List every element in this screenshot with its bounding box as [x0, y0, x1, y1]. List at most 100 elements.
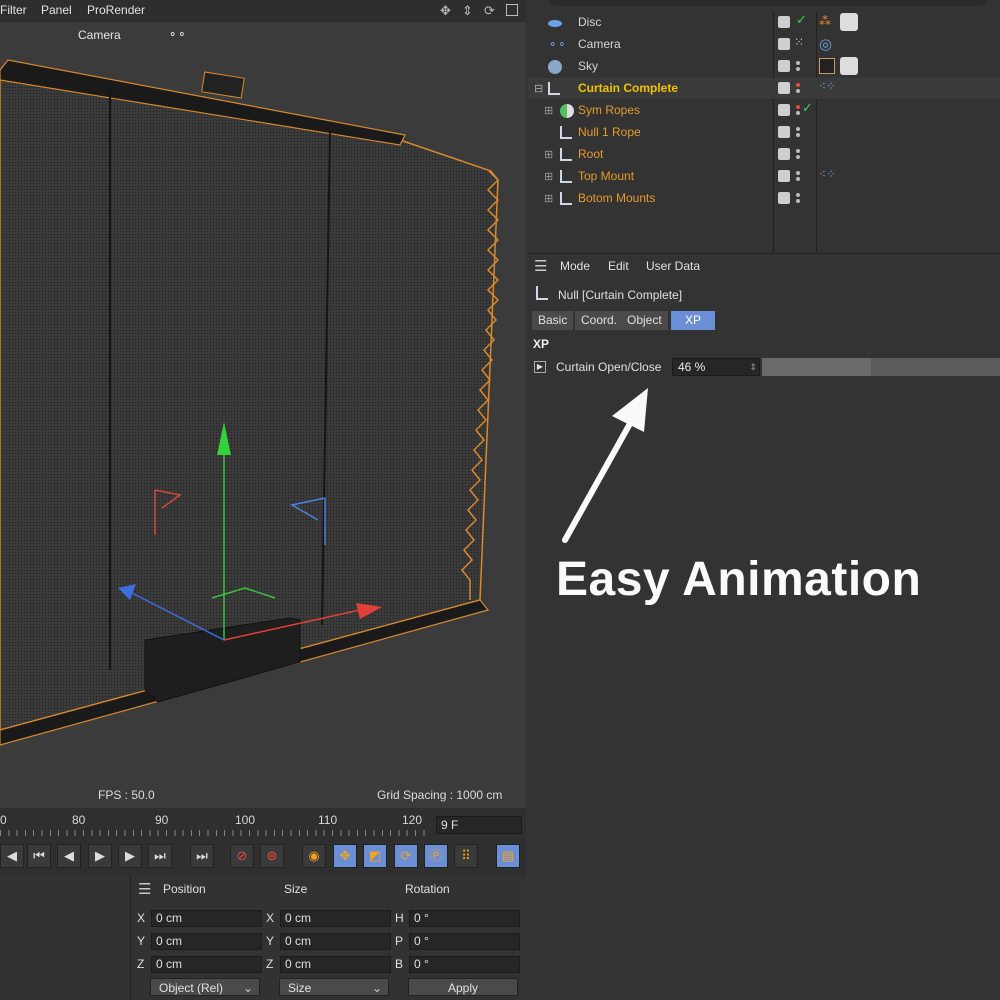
attr-menu-user-data[interactable]: User Data	[646, 259, 700, 273]
key-parameter-icon[interactable]: Ⓟ	[424, 844, 448, 868]
visibility-dots[interactable]	[796, 169, 802, 185]
size-z-field[interactable]: 0 cm	[280, 956, 391, 973]
visibility-toggle[interactable]	[778, 104, 790, 116]
viewport[interactable]: Filter Panel ProRender ✥ ⇕ ⟳ Camera ⚬⚬ F…	[0, 0, 526, 808]
previous-frame-icon[interactable]: ◀	[57, 844, 81, 868]
expand-icon[interactable]: ⊞	[544, 148, 553, 161]
tick-label: 120	[402, 813, 423, 827]
coordinate-mode-dropdown[interactable]: Object (Rel) ⌄	[150, 978, 260, 996]
hamburger-menu-icon[interactable]: ☰	[138, 880, 151, 898]
object-row-root[interactable]: ⊞ Root	[528, 144, 1000, 165]
visibility-toggle[interactable]	[778, 60, 790, 72]
object-row-sym-ropes[interactable]: ⊞ Sym Ropes ✓	[528, 100, 1000, 121]
object-row-disc[interactable]: Disc ✓ ⁂	[528, 12, 1000, 33]
menu-prorender[interactable]: ProRender	[87, 3, 145, 17]
compositing-tag-icon[interactable]	[819, 58, 835, 74]
collapse-icon[interactable]: ⊟	[534, 82, 543, 95]
key-scale-icon[interactable]: ◩	[363, 844, 387, 868]
visibility-toggle[interactable]	[778, 148, 790, 160]
hamburger-menu-icon[interactable]: ☰	[534, 257, 547, 275]
visibility-toggle[interactable]	[778, 16, 790, 28]
axis-label: X	[266, 911, 275, 925]
object-row-top-mount[interactable]: ⊞ Top Mount ⁖⁘	[528, 166, 1000, 187]
go-to-end-icon[interactable]: ⏭	[148, 844, 172, 868]
maximize-view-icon[interactable]	[506, 4, 518, 16]
next-frame-icon[interactable]: ▶	[118, 844, 142, 868]
rotation-p-field[interactable]: 0 °	[409, 933, 520, 950]
texture-tag-icon[interactable]	[840, 13, 858, 31]
current-frame-value: 9 F	[441, 818, 459, 832]
object-search-input[interactable]	[548, 0, 988, 6]
zoom-view-icon[interactable]: ⇕	[462, 3, 473, 19]
material-tag-icon[interactable]: ⁂	[819, 14, 835, 30]
rotate-view-icon[interactable]: ⟳	[484, 3, 495, 19]
menu-filter[interactable]: Filter	[0, 3, 27, 17]
move-view-icon[interactable]: ✥	[440, 3, 451, 19]
axis-label: P	[395, 934, 404, 948]
visibility-toggle[interactable]	[778, 82, 790, 94]
visibility-dots[interactable]	[796, 125, 802, 141]
end-frame-icon[interactable]: ⏭	[190, 844, 214, 868]
object-row-curtain-complete[interactable]: ⊟ Curtain Complete ⁖⁘	[528, 78, 1000, 99]
visibility-toggle[interactable]	[778, 170, 790, 182]
object-row-camera[interactable]: ⚬⚬ Camera ⁙ ◎	[528, 34, 1000, 55]
go-to-start-icon[interactable]: ⏮	[27, 844, 51, 868]
current-frame-field[interactable]: 9 F	[436, 816, 522, 834]
curtain-scene[interactable]	[0, 0, 526, 808]
size-x-field[interactable]: 0 cm	[280, 910, 391, 927]
animate-parameter-icon[interactable]: ▶	[534, 361, 546, 373]
attr-object-title: Null [Curtain Complete]	[558, 288, 683, 302]
object-row-botom-mounts[interactable]: ⊞ Botom Mounts	[528, 188, 1000, 209]
key-rotation-icon[interactable]: ⟳	[394, 844, 418, 868]
rotation-h-field[interactable]: 0 °	[409, 910, 520, 927]
target-tag-icon[interactable]: ◎	[819, 35, 832, 53]
tab-basic[interactable]: Basic	[532, 311, 574, 330]
size-mode-dropdown[interactable]: Size ⌄	[279, 978, 389, 996]
expand-icon[interactable]: ⊞	[544, 104, 553, 117]
rotation-b-field[interactable]: 0 °	[409, 956, 520, 973]
curtain-open-close-input[interactable]: 46 % ⇕	[672, 358, 760, 376]
attr-menu-mode[interactable]: Mode	[560, 259, 590, 273]
record-keys-icon[interactable]: ⊘	[230, 844, 254, 868]
sky-icon	[548, 60, 562, 74]
key-position-icon[interactable]: ✥	[333, 844, 357, 868]
visibility-dots[interactable]	[796, 59, 802, 75]
object-row-null-1-rope[interactable]: Null 1 Rope	[528, 122, 1000, 143]
menu-panel[interactable]: Panel	[41, 3, 72, 17]
tab-xp[interactable]: XP	[671, 311, 716, 330]
visibility-toggle[interactable]	[778, 192, 790, 204]
auto-keying-icon[interactable]: ⊛	[260, 844, 284, 868]
visibility-dots[interactable]	[796, 81, 802, 97]
expand-icon[interactable]: ⊞	[544, 192, 553, 205]
curtain-open-close-slider[interactable]	[762, 358, 1000, 376]
tab-coord[interactable]: Coord.	[575, 311, 624, 330]
keyframe-selection-icon[interactable]: ◉	[302, 844, 326, 868]
xpresso-tag-icon[interactable]: ⁖⁘	[819, 167, 836, 181]
position-y-field[interactable]: 0 cm	[151, 933, 262, 950]
timeline-ruler[interactable]: 0 80 90 100 110 120	[0, 808, 430, 838]
protection-tag-icon[interactable]: ⁙	[794, 35, 804, 49]
apply-button[interactable]: Apply	[408, 978, 518, 996]
object-row-sky[interactable]: Sky	[528, 56, 1000, 77]
play-reverse-icon[interactable]: ◀	[0, 844, 24, 868]
xpresso-tag-icon[interactable]: ⁖⁘	[819, 79, 836, 93]
sky-texture-tag-icon[interactable]	[840, 57, 858, 75]
position-z-field[interactable]: 0 cm	[151, 956, 262, 973]
tab-object[interactable]: Object	[621, 311, 668, 330]
expand-icon[interactable]: ⊞	[544, 170, 553, 183]
checkmark-icon[interactable]: ✓	[802, 100, 813, 116]
play-icon[interactable]: ▶	[88, 844, 112, 868]
visibility-toggle[interactable]	[778, 126, 790, 138]
key-pla-icon[interactable]: ⠿	[454, 844, 478, 868]
position-x-field[interactable]: 0 cm	[151, 910, 262, 927]
scheme-film-icon[interactable]: ▤	[496, 844, 520, 868]
attr-menu-edit[interactable]: Edit	[608, 259, 629, 273]
size-y-field[interactable]: 0 cm	[280, 933, 391, 950]
stepper-icon[interactable]: ⇕	[749, 359, 757, 375]
visibility-dots[interactable]	[796, 191, 802, 207]
checkmark-icon[interactable]: ✓	[796, 12, 807, 28]
visibility-toggle[interactable]	[778, 38, 790, 50]
camera-dropdown[interactable]: Camera	[78, 28, 121, 42]
curtain-open-close-value: 46 %	[678, 360, 706, 374]
visibility-dots[interactable]	[796, 147, 802, 163]
